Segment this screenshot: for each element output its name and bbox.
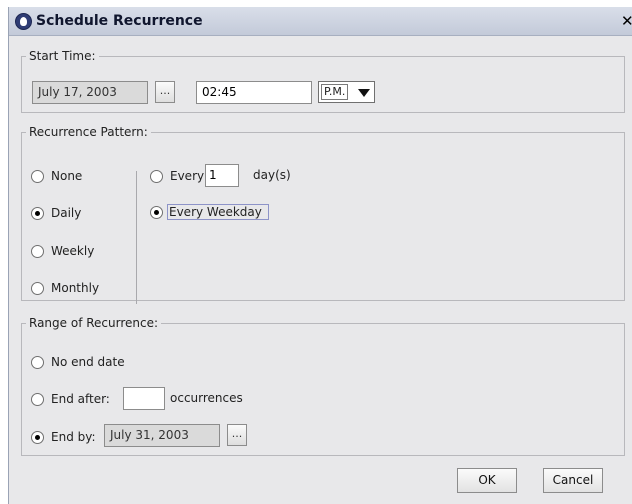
radio-selected-icon (150, 205, 163, 219)
app-logo-icon (15, 13, 32, 30)
pattern-weekly-radio[interactable]: Weekly (31, 242, 94, 260)
pattern-monthly-label: Monthly (51, 281, 100, 295)
end-by-label: End by: (51, 430, 96, 444)
radio-circle-icon (31, 169, 44, 183)
ampm-selected-value: P.M. (321, 84, 349, 100)
every-label: Every (170, 169, 205, 183)
start-date-picker-button[interactable]: ... (155, 81, 175, 103)
recurrence-pattern-legend: Recurrence Pattern: (29, 125, 148, 139)
days-label: day(s) (253, 168, 291, 182)
start-time-legend: Start Time: (29, 49, 96, 63)
cancel-button[interactable]: Cancel (543, 468, 603, 493)
no-end-date-label: No end date (51, 355, 125, 369)
chevron-down-icon (358, 89, 370, 97)
every-n-days-radio[interactable]: Every (150, 167, 204, 185)
range-of-recurrence-group: Range of Recurrence: No end date End aft… (21, 316, 625, 456)
end-by-date-picker-button[interactable]: ... (227, 424, 247, 446)
pattern-divider (136, 171, 137, 304)
every-weekday-label: Every Weekday (167, 204, 269, 220)
radio-selected-icon (31, 206, 44, 220)
end-by-date-field[interactable]: July 31, 2003 (104, 424, 220, 447)
radio-circle-icon (31, 281, 44, 295)
ampm-select[interactable]: P.M. (318, 81, 375, 103)
radio-circle-icon (31, 355, 44, 369)
end-by-radio[interactable]: End by: (31, 428, 96, 446)
pattern-none-label: None (51, 169, 83, 183)
pattern-weekly-label: Weekly (51, 244, 95, 258)
ok-button[interactable]: OK (457, 468, 517, 493)
start-date-field[interactable]: July 17, 2003 (32, 81, 148, 104)
radio-circle-icon (150, 169, 163, 183)
close-button[interactable]: ✕ (621, 12, 632, 30)
start-time-input[interactable]: 02:45 (196, 81, 312, 104)
recurrence-pattern-group: Recurrence Pattern: None Daily Weekly Mo… (21, 125, 625, 304)
pattern-none-radio[interactable]: None (31, 167, 82, 185)
every-weekday-radio[interactable]: Every Weekday (150, 203, 269, 221)
occurrences-label: occurrences (170, 391, 243, 405)
no-end-date-radio[interactable]: No end date (31, 353, 125, 371)
radio-circle-icon (31, 244, 44, 258)
window-title: Schedule Recurrence (36, 13, 203, 29)
pattern-daily-radio[interactable]: Daily (31, 204, 81, 222)
title-bar[interactable]: Schedule Recurrence ✕ (9, 7, 632, 36)
end-after-radio[interactable]: End after: (31, 390, 110, 408)
occurrences-input[interactable] (123, 387, 165, 410)
pattern-monthly-radio[interactable]: Monthly (31, 279, 99, 297)
radio-selected-icon (31, 430, 44, 444)
schedule-recurrence-dialog: Schedule Recurrence ✕ Start Time: July 1… (8, 7, 632, 504)
end-after-label: End after: (51, 392, 110, 406)
pattern-daily-label: Daily (51, 206, 82, 220)
start-time-group: Start Time: July 17, 2003 ... 02:45 P.M. (21, 49, 625, 113)
every-days-input[interactable]: 1 (205, 164, 239, 187)
range-of-recurrence-legend: Range of Recurrence: (29, 316, 159, 330)
radio-circle-icon (31, 392, 44, 406)
